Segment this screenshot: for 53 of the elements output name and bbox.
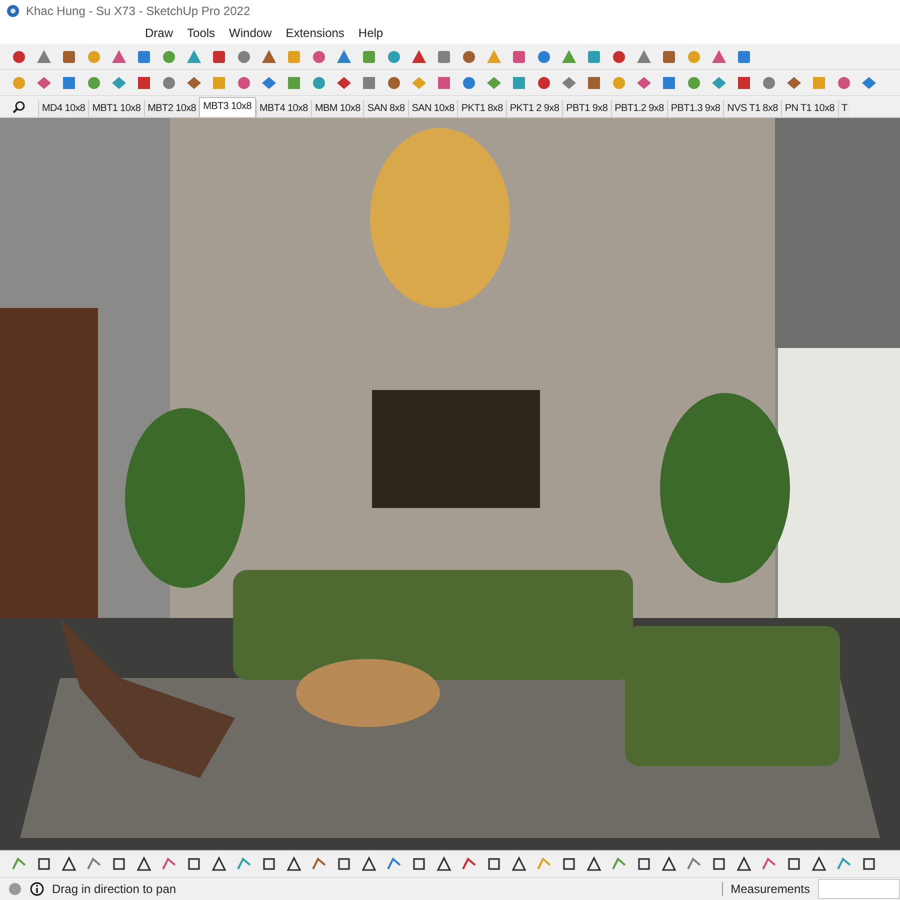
tool-icon[interactable] bbox=[510, 855, 528, 873]
tool-icon[interactable] bbox=[810, 855, 828, 873]
scene-tab[interactable]: T bbox=[838, 100, 850, 117]
tool-icon[interactable] bbox=[110, 855, 128, 873]
scene-tab[interactable]: MBM 10x8 bbox=[310, 100, 364, 117]
tool-icon[interactable] bbox=[210, 855, 228, 873]
tool-icon[interactable] bbox=[735, 855, 753, 873]
app-logo-icon bbox=[6, 4, 20, 18]
search-icon[interactable] bbox=[12, 100, 26, 114]
tool-icon[interactable] bbox=[285, 855, 303, 873]
scene-tab[interactable]: PBT1 9x8 bbox=[562, 100, 611, 117]
menu-item[interactable]: Help bbox=[353, 24, 388, 42]
tool-icon[interactable] bbox=[60, 855, 78, 873]
scene-tab[interactable]: SAN 10x8 bbox=[408, 100, 458, 117]
scene-tab[interactable]: PBT1.2 9x8 bbox=[610, 100, 667, 117]
scene-tab[interactable]: MBT4 10x8 bbox=[256, 100, 311, 117]
scene-tab[interactable]: PKT1 2 9x8 bbox=[506, 100, 562, 117]
tool-icon[interactable] bbox=[785, 855, 803, 873]
tool-icon[interactable] bbox=[635, 855, 653, 873]
measurements-label: Measurements bbox=[722, 882, 810, 896]
scene-tab[interactable]: MD4 10x8 bbox=[38, 100, 88, 117]
tool-icon[interactable] bbox=[560, 855, 578, 873]
tool-icon[interactable] bbox=[485, 855, 503, 873]
tool-icon[interactable] bbox=[410, 48, 428, 66]
info-icon[interactable] bbox=[30, 882, 44, 896]
scene-tab[interactable]: NVS T1 8x8 bbox=[723, 100, 781, 117]
scene-tab[interactable]: MBT3 10x8 bbox=[199, 97, 256, 117]
menu-item[interactable]: Draw bbox=[140, 24, 178, 42]
tool-icon[interactable] bbox=[660, 855, 678, 873]
tool-icon[interactable] bbox=[135, 855, 153, 873]
menu-item[interactable]: Tools bbox=[182, 24, 220, 42]
tool-icon[interactable] bbox=[185, 855, 203, 873]
scene-tab[interactable]: PKT1 8x8 bbox=[457, 100, 506, 117]
tool-icon[interactable] bbox=[435, 855, 453, 873]
tool-icon[interactable] bbox=[860, 855, 878, 873]
tool-icon[interactable] bbox=[260, 855, 278, 873]
menu-item[interactable]: Window bbox=[224, 24, 277, 42]
scene-tab[interactable]: MBT2 10x8 bbox=[144, 100, 200, 117]
scene-tab[interactable]: PBT1.3 9x8 bbox=[666, 100, 724, 117]
tool-icon[interactable] bbox=[360, 855, 378, 873]
tool-icon[interactable] bbox=[710, 855, 728, 873]
tool-icon[interactable] bbox=[335, 855, 353, 873]
menu-item[interactable]: Extensions bbox=[280, 24, 350, 42]
status-hint: Drag in direction to pan bbox=[52, 882, 178, 896]
tool-icon[interactable] bbox=[35, 855, 53, 873]
scene-tab[interactable]: PN T1 10x8 bbox=[780, 100, 838, 117]
tool-icon[interactable] bbox=[585, 855, 603, 873]
geolocation-icon[interactable] bbox=[8, 882, 22, 896]
scene-tab[interactable]: SAN 8x8 bbox=[363, 100, 408, 117]
tool-icon[interactable] bbox=[410, 855, 428, 873]
scene-tab[interactable]: MBT1 10x8 bbox=[88, 100, 144, 117]
window-title: Khac Hung - Su X73 - SketchUp Pro 2022 bbox=[26, 4, 250, 18]
measurements-field[interactable] bbox=[818, 879, 900, 899]
